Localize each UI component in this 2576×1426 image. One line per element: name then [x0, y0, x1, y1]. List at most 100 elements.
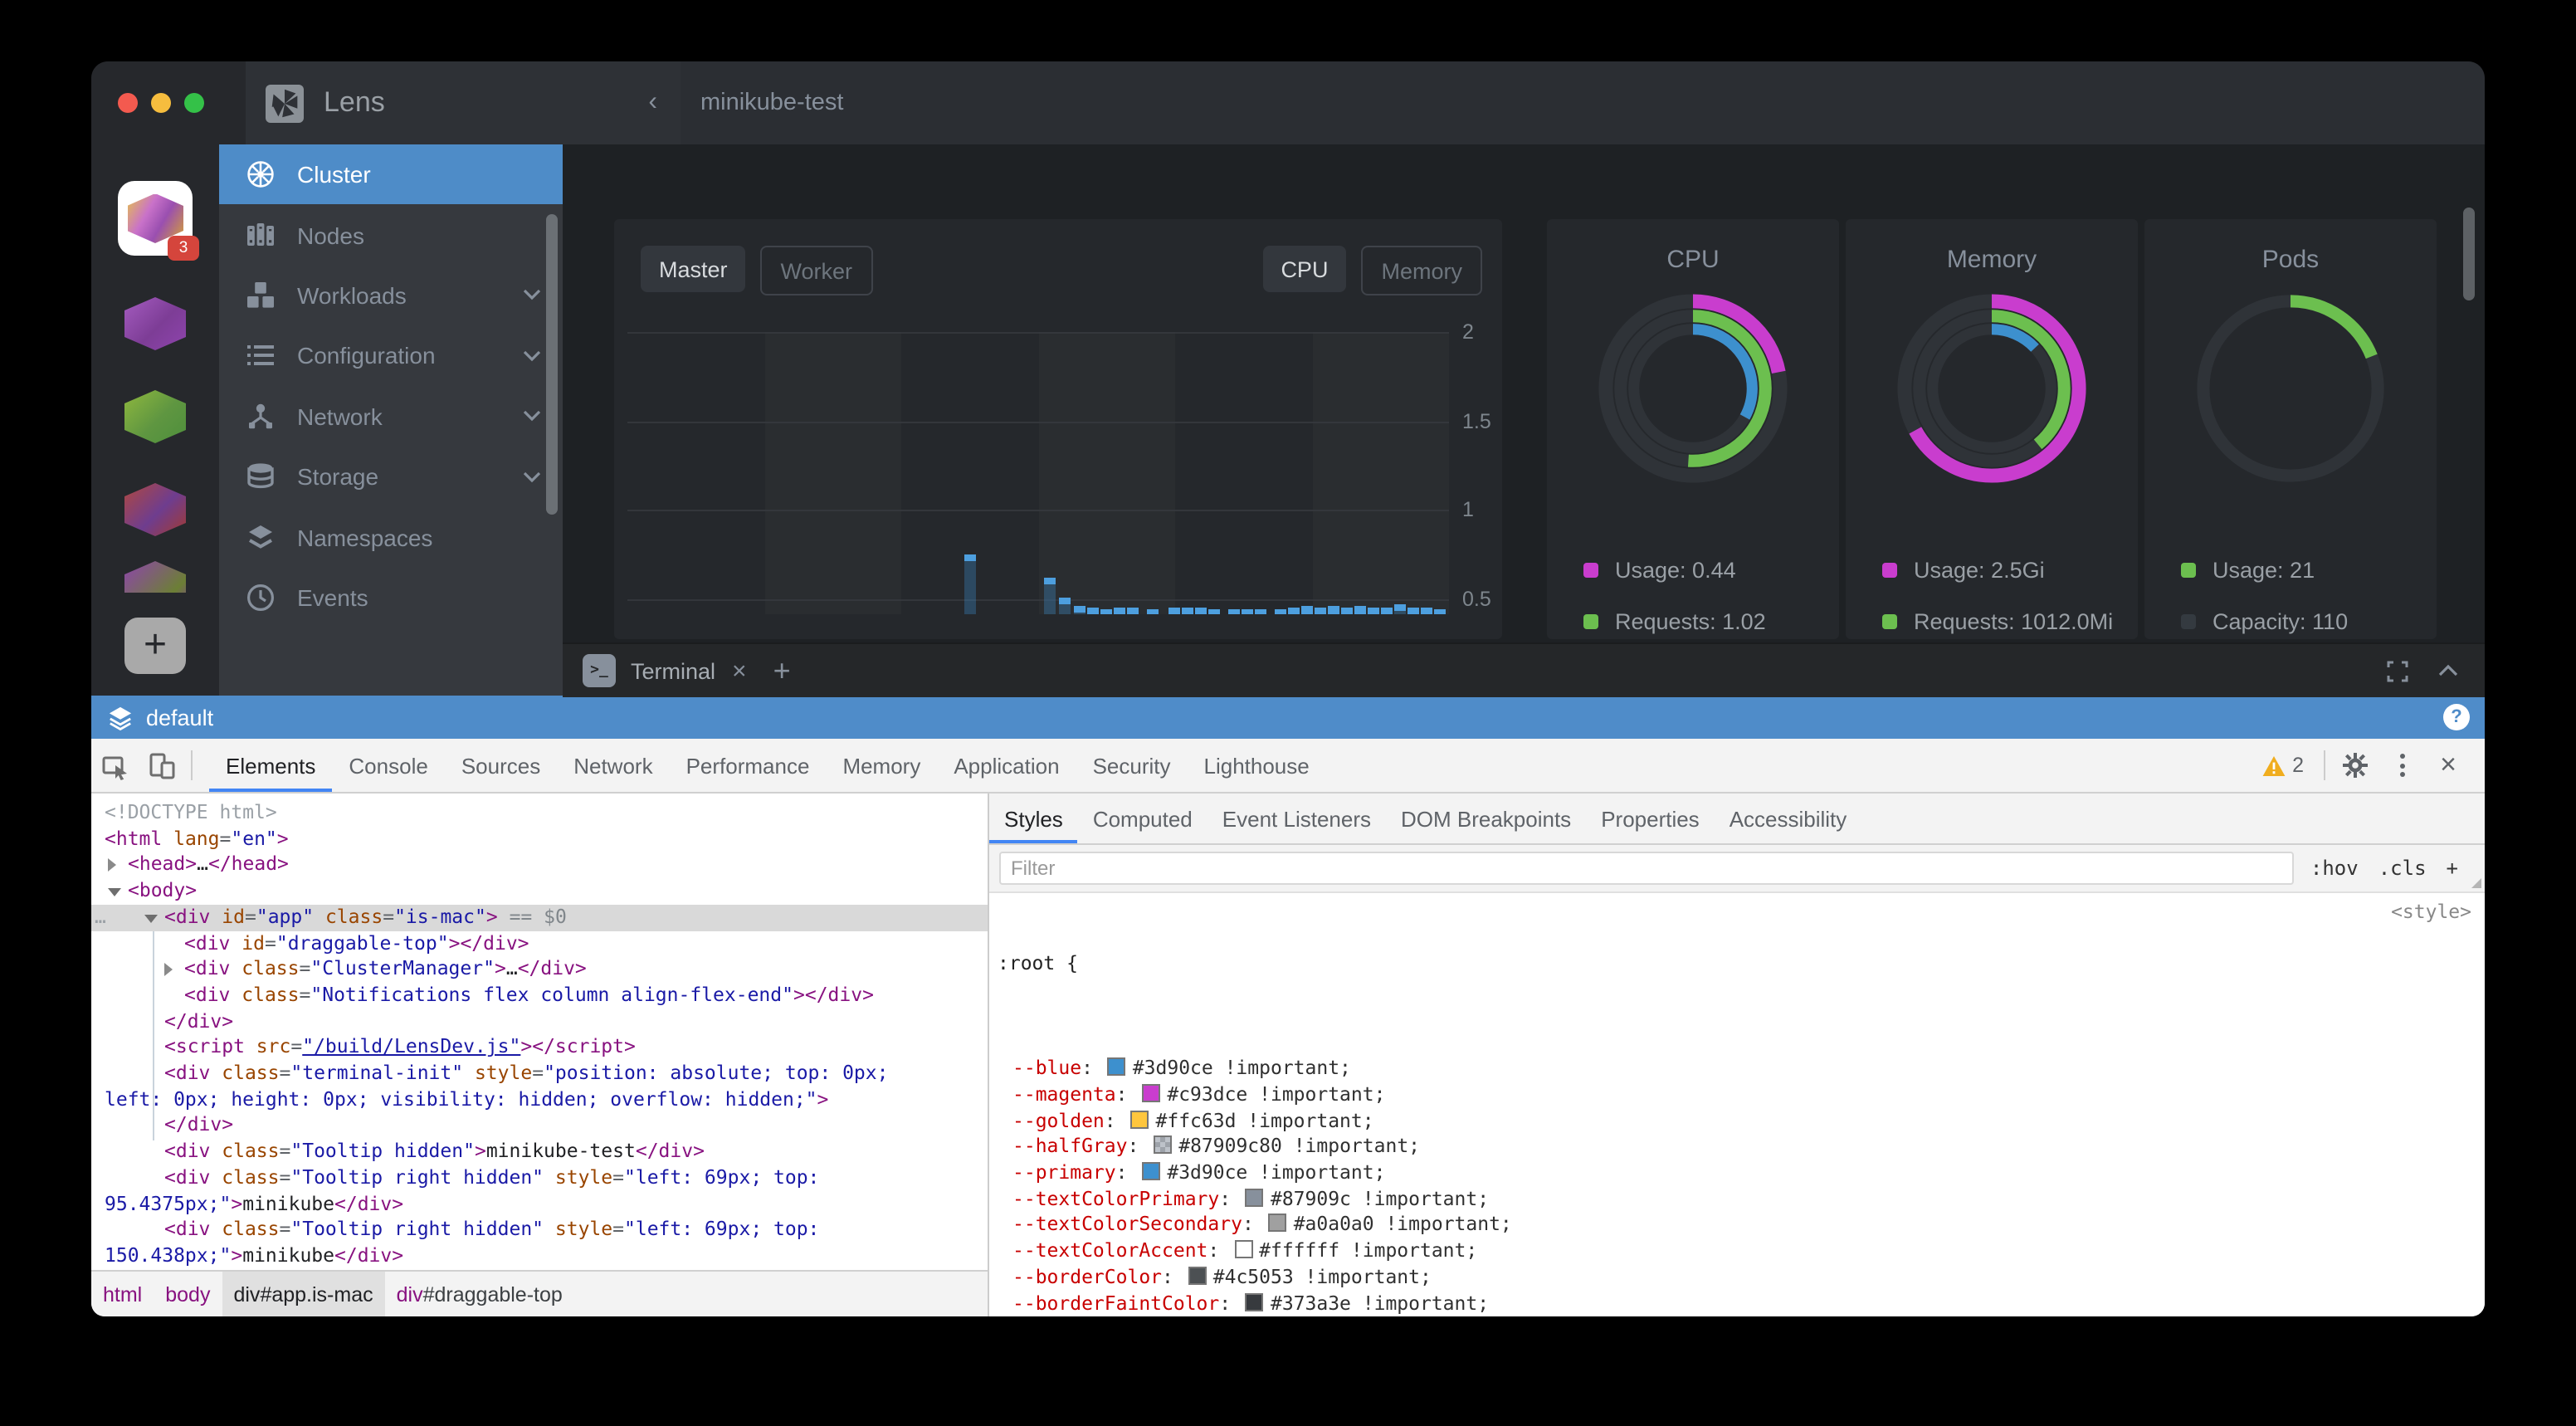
sidebar-item-namespaces[interactable]: Namespaces: [219, 507, 563, 568]
styles-tab-dom-breakpoints[interactable]: DOM Breakpoints: [1386, 794, 1586, 843]
namespace-bar[interactable]: default ?: [91, 696, 2485, 739]
worker-tab[interactable]: Worker: [761, 246, 873, 295]
breadcrumb-item-body[interactable]: body: [154, 1272, 222, 1316]
css-property-halfGray[interactable]: --halfGray: #87909c80 !important;: [989, 1135, 2485, 1160]
color-swatch[interactable]: [1142, 1162, 1160, 1180]
elements-tree-line[interactable]: <html lang="en">: [91, 826, 988, 852]
devtools-tab-console[interactable]: Console: [332, 739, 444, 792]
minimize-window-button[interactable]: [151, 93, 171, 113]
elements-tree-line[interactable]: left: 0px; height: 0px; visibility: hidd…: [91, 1087, 988, 1112]
help-button[interactable]: ?: [2443, 704, 2470, 730]
devtools-tab-network[interactable]: Network: [557, 739, 669, 792]
styles-tab-computed[interactable]: Computed: [1078, 794, 1208, 843]
color-swatch[interactable]: [1234, 1240, 1252, 1258]
color-swatch[interactable]: [1131, 1110, 1149, 1128]
sidebar-item-cluster[interactable]: Cluster: [219, 144, 563, 205]
css-property-primary[interactable]: --primary: #3d90ce !important;: [989, 1160, 2485, 1186]
elements-tree-line[interactable]: <div class="Notifications flex column al…: [91, 983, 988, 1008]
css-property-textColorAccent[interactable]: --textColorAccent: #ffffff !important;: [989, 1238, 2485, 1264]
memory-tab[interactable]: Memory: [1361, 246, 1482, 295]
elements-tree-line[interactable]: 95.4375px;">minikube</div>: [91, 1191, 988, 1217]
dashboard-scrollbar[interactable]: [2463, 208, 2475, 300]
color-swatch[interactable]: [1108, 1057, 1126, 1076]
chevron-up-icon[interactable]: [2438, 664, 2458, 677]
sidebar-item-nodes[interactable]: Nodes: [219, 205, 563, 266]
elements-tree-line[interactable]: <div class="Tooltip right hidden" style=…: [91, 1165, 988, 1191]
active-cluster-icon[interactable]: 3: [118, 181, 193, 256]
css-property-blue[interactable]: --blue: #3d90ce !important;: [989, 1056, 2485, 1082]
devtools-tab-elements[interactable]: Elements: [209, 739, 332, 792]
styles-tab-properties[interactable]: Properties: [1586, 794, 1715, 843]
cluster-icon-5[interactable]: [124, 561, 186, 593]
color-swatch[interactable]: [1246, 1188, 1264, 1206]
elements-tree-line[interactable]: </div>: [91, 1008, 988, 1034]
color-swatch[interactable]: [1269, 1214, 1287, 1233]
elements-tree-line[interactable]: …<div id="app" class="is-mac"> == $0: [91, 905, 988, 930]
breadcrumb-item-div-draggable-top[interactable]: div#draggable-top: [385, 1272, 574, 1316]
toggle-hover-state-button[interactable]: :hov: [2310, 857, 2359, 880]
elements-tree-line[interactable]: <div class="Tooltip right hidden" style=…: [91, 1218, 988, 1243]
cluster-icon-3[interactable]: [124, 390, 186, 443]
warnings-indicator[interactable]: 2: [2262, 754, 2304, 777]
master-tab[interactable]: Master: [641, 246, 746, 292]
device-toolbar-icon[interactable]: [138, 744, 184, 787]
breadcrumb-item-div-app-is-mac[interactable]: div#app.is-mac: [222, 1272, 384, 1316]
breadcrumb-item-html[interactable]: html: [91, 1272, 154, 1316]
elements-tree-line[interactable]: </div>: [91, 1113, 988, 1139]
elements-tree-line[interactable]: <div class="terminal-init" style="positi…: [91, 1061, 988, 1087]
elements-tree-line[interactable]: <!DOCTYPE html>: [91, 800, 988, 826]
css-property-textColorSecondary[interactable]: --textColorSecondary: #a0a0a0 !important…: [989, 1213, 2485, 1238]
css-property-borderFaintColor[interactable]: --borderFaintColor: #373a3e !important;: [989, 1291, 2485, 1316]
sidebar-item-configuration[interactable]: Configuration: [219, 325, 563, 386]
color-swatch[interactable]: [1188, 1267, 1207, 1285]
styles-tab-styles[interactable]: Styles: [989, 794, 1078, 843]
css-property-borderColor[interactable]: --borderColor: #4c5053 !important;: [989, 1265, 2485, 1291]
cpu-tab[interactable]: CPU: [1262, 246, 1346, 292]
sidebar-collapse-icon[interactable]: ‹: [648, 88, 657, 118]
sidebar-item-workloads[interactable]: Workloads: [219, 266, 563, 326]
more-options-icon[interactable]: [2378, 754, 2425, 777]
sidebar-item-network[interactable]: Network: [219, 386, 563, 447]
elements-tree-line[interactable]: <script src="/build/LensDev.js"></script…: [91, 1035, 988, 1061]
elements-tree-line[interactable]: <div class="Tooltip hidden">minikube-tes…: [91, 1139, 988, 1165]
cluster-icon-4[interactable]: [124, 483, 186, 536]
styles-filter-input[interactable]: [999, 852, 2294, 885]
zoom-window-button[interactable]: [184, 93, 204, 113]
devtools-tab-lighthouse[interactable]: Lighthouse: [1188, 739, 1326, 792]
elements-tree-line[interactable]: <div class="Tooltip right hidden" style=…: [91, 1269, 988, 1270]
collapse-arrow-icon[interactable]: [144, 915, 158, 923]
settings-gear-icon[interactable]: [2332, 744, 2378, 787]
style-source-link[interactable]: <style>: [2391, 900, 2471, 925]
color-swatch[interactable]: [1154, 1136, 1172, 1155]
elements-tree-line[interactable]: <body>: [91, 878, 988, 904]
close-terminal-icon[interactable]: ×: [732, 657, 747, 685]
elements-tree-line[interactable]: <div class="ClusterManager">…</div>: [91, 956, 988, 982]
devtools-tab-security[interactable]: Security: [1076, 739, 1188, 792]
close-devtools-icon[interactable]: ×: [2425, 749, 2471, 782]
devtools-tab-application[interactable]: Application: [937, 739, 1076, 792]
color-swatch[interactable]: [1142, 1084, 1160, 1102]
add-cluster-button[interactable]: +: [124, 618, 186, 674]
expand-dock-icon[interactable]: [2387, 660, 2408, 681]
new-style-rule-button[interactable]: +: [2447, 857, 2458, 880]
elements-tree-line[interactable]: <head>…</head>: [91, 852, 988, 878]
devtools-tab-sources[interactable]: Sources: [445, 739, 557, 792]
styles-tab-accessibility[interactable]: Accessibility: [1715, 794, 1862, 843]
expand-arrow-icon[interactable]: [108, 859, 116, 872]
close-window-button[interactable]: [118, 93, 138, 113]
expand-arrow-icon[interactable]: [164, 963, 173, 976]
sidebar-item-events[interactable]: Events: [219, 567, 563, 628]
elements-tree-line[interactable]: <div id="draggable-top"></div>: [91, 930, 988, 956]
css-selector[interactable]: :root {: [989, 952, 2485, 978]
add-terminal-icon[interactable]: +: [773, 653, 791, 688]
terminal-tab[interactable]: Terminal: [631, 658, 715, 683]
sidebar-item-storage[interactable]: Storage: [219, 447, 563, 507]
element-classes-button[interactable]: .cls: [2378, 857, 2427, 880]
more-actions-icon[interactable]: …: [95, 905, 105, 930]
css-property-magenta[interactable]: --magenta: #c93dce !important;: [989, 1082, 2485, 1108]
cluster-icon-2[interactable]: [124, 297, 186, 350]
styles-tab-event-listeners[interactable]: Event Listeners: [1208, 794, 1386, 843]
color-swatch[interactable]: [1246, 1292, 1264, 1311]
sidebar-scrollbar[interactable]: [546, 214, 558, 515]
resize-grip[interactable]: [2471, 878, 2481, 888]
